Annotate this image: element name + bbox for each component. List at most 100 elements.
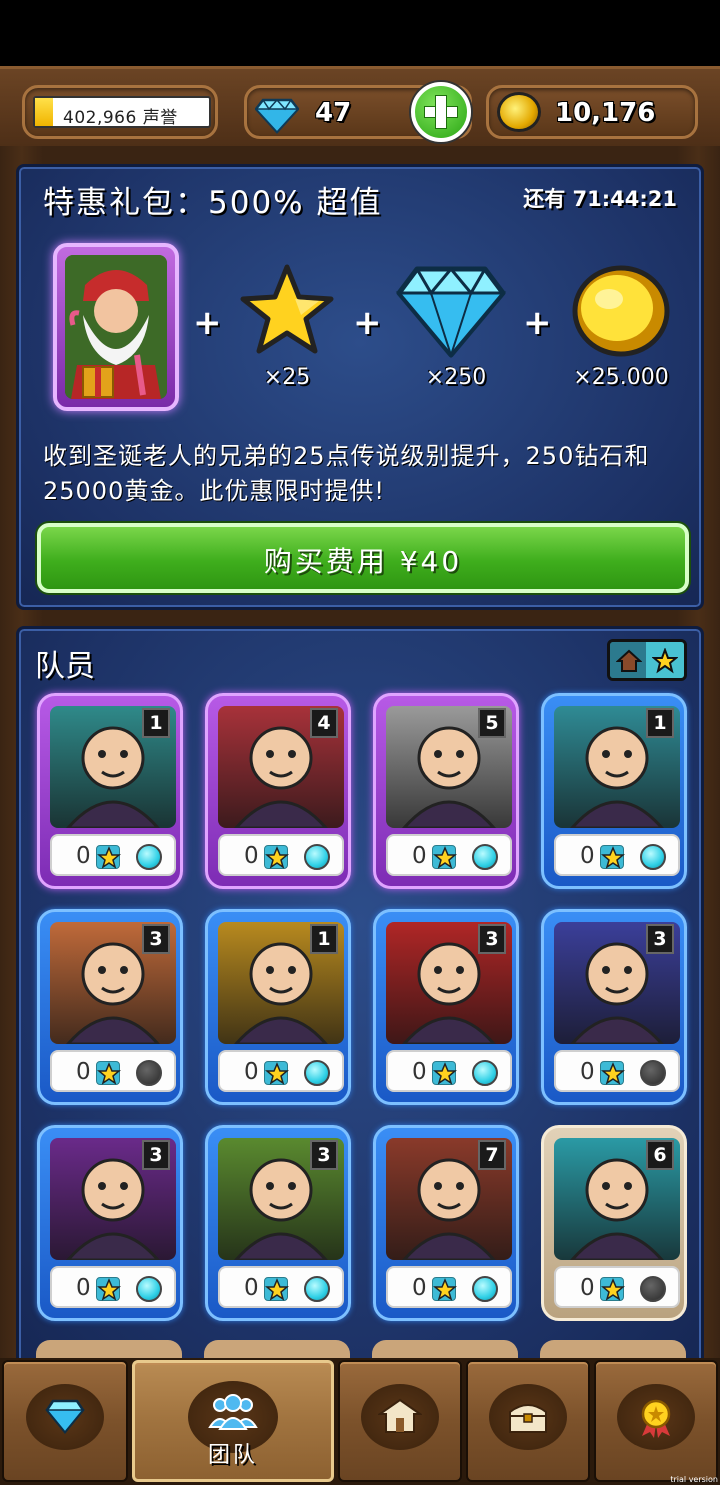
status-orb-active-icon <box>304 1276 330 1302</box>
star-icon <box>264 1061 290 1085</box>
treasure-chest-icon <box>509 1404 547 1433</box>
status-orb-active-icon <box>472 844 498 870</box>
medal-icon <box>641 1399 671 1438</box>
gems-display: 47 <box>244 82 472 142</box>
member-card[interactable]: 30 <box>541 909 687 1105</box>
gold-display: 10,176 <box>486 85 698 139</box>
member-level: 6 <box>646 1140 674 1170</box>
star-count: 0 <box>580 843 595 869</box>
member-card[interactable]: 30 <box>205 1125 351 1321</box>
star-count: 0 <box>580 1059 595 1085</box>
diamond-icon <box>395 266 507 359</box>
star-icon <box>432 1061 458 1085</box>
member-level: 3 <box>142 1140 170 1170</box>
member-card[interactable]: 60 <box>541 1125 687 1321</box>
resource-bar: 402,966 声誉 47 10,176 <box>0 66 720 146</box>
buy-offer-button[interactable]: 购买费用 ¥40 <box>37 523 689 593</box>
star-count: 0 <box>76 1275 91 1301</box>
member-stat-bar: 0 <box>554 1050 680 1092</box>
plus-sign: + <box>193 303 222 343</box>
star-count: 0 <box>244 1059 259 1085</box>
status-orb-active-icon <box>472 1060 498 1086</box>
gold-coin-icon <box>572 265 670 357</box>
member-card[interactable]: 10 <box>37 693 183 889</box>
tab-achievements[interactable] <box>594 1360 718 1482</box>
member-level: 3 <box>142 924 170 954</box>
tab-chest[interactable] <box>466 1360 590 1482</box>
status-orb-active-icon <box>136 1276 162 1302</box>
reputation-display: 402,966 声誉 <box>22 85 218 139</box>
gold-quantity: ×25.000 <box>573 365 669 390</box>
star-count: 0 <box>580 1275 595 1301</box>
gold-value: 10,176 <box>555 98 656 128</box>
star-count: 0 <box>244 843 259 869</box>
member-card[interactable]: 40 <box>205 693 351 889</box>
bottom-navigation: 团队 trial version <box>0 1358 720 1485</box>
status-orb-active-icon <box>640 844 666 870</box>
reputation-value: 402,966 声誉 <box>63 108 178 128</box>
trial-version-watermark: trial version <box>670 1475 718 1484</box>
member-stat-bar: 0 <box>386 1050 512 1092</box>
member-stat-bar: 0 <box>386 834 512 876</box>
star-icon <box>652 648 678 674</box>
tab-shop[interactable] <box>2 1360 128 1482</box>
team-icon <box>208 1394 258 1430</box>
star-icon <box>96 1061 122 1085</box>
member-level: 1 <box>310 924 338 954</box>
member-card[interactable]: 30 <box>37 909 183 1105</box>
gems-value: 47 <box>315 98 352 128</box>
diamond-icon <box>45 1399 85 1434</box>
status-orb-inactive-icon <box>136 1060 162 1086</box>
plus-sign: + <box>353 303 382 343</box>
status-orb-inactive-icon <box>640 1276 666 1302</box>
star-quantity: ×25 <box>263 365 311 390</box>
star-icon <box>96 1277 122 1301</box>
tab-team[interactable]: 团队 <box>132 1360 334 1482</box>
member-stat-bar: 0 <box>50 1050 176 1092</box>
star-count: 0 <box>412 843 427 869</box>
add-gems-button[interactable] <box>411 82 471 142</box>
member-card[interactable]: 30 <box>373 909 519 1105</box>
team-roster-panel: 队员 104050103010303030307060 <box>16 626 704 1366</box>
status-orb-active-icon <box>304 1060 330 1086</box>
offer-timer: 还有 71:44:21 <box>523 187 677 211</box>
tab-team-label: 团队 <box>207 1443 258 1468</box>
member-card[interactable]: 50 <box>373 693 519 889</box>
star-icon <box>600 1061 626 1085</box>
star-icon <box>96 845 122 869</box>
member-level: 4 <box>310 708 338 738</box>
member-stat-bar: 0 <box>218 1050 344 1092</box>
member-level: 5 <box>478 708 506 738</box>
member-stat-bar: 0 <box>554 834 680 876</box>
status-orb-active-icon <box>472 1276 498 1302</box>
star-icon <box>432 1277 458 1301</box>
plus-sign: + <box>523 303 552 343</box>
home-icon <box>616 649 642 672</box>
member-stat-bar: 0 <box>50 1266 176 1308</box>
member-card[interactable]: 30 <box>37 1125 183 1321</box>
team-title: 队员 <box>35 649 95 684</box>
star-icon <box>264 1277 290 1301</box>
status-orb-inactive-icon <box>640 1060 666 1086</box>
sort-toggle <box>607 639 687 681</box>
member-level: 3 <box>646 924 674 954</box>
member-stat-bar: 0 <box>218 1266 344 1308</box>
santa-portrait <box>65 255 167 399</box>
member-card[interactable]: 10 <box>541 693 687 889</box>
tab-buildings[interactable] <box>338 1360 462 1482</box>
member-level: 3 <box>310 1140 338 1170</box>
offer-title: 特惠礼包：500% 超值 <box>43 185 383 221</box>
member-level: 1 <box>646 708 674 738</box>
star-icon <box>432 845 458 869</box>
member-card[interactable]: 70 <box>373 1125 519 1321</box>
member-stat-bar: 0 <box>218 834 344 876</box>
buy-offer-label: 购买费用 ¥40 <box>263 545 463 578</box>
sort-by-star-button[interactable] <box>646 642 684 678</box>
star-count: 0 <box>244 1275 259 1301</box>
sort-by-home-button[interactable] <box>610 642 648 678</box>
member-level: 3 <box>478 924 506 954</box>
buildings-icon <box>378 1398 422 1433</box>
member-card[interactable]: 10 <box>205 909 351 1105</box>
diamond-quantity: ×250 <box>425 365 487 390</box>
star-count: 0 <box>412 1059 427 1085</box>
